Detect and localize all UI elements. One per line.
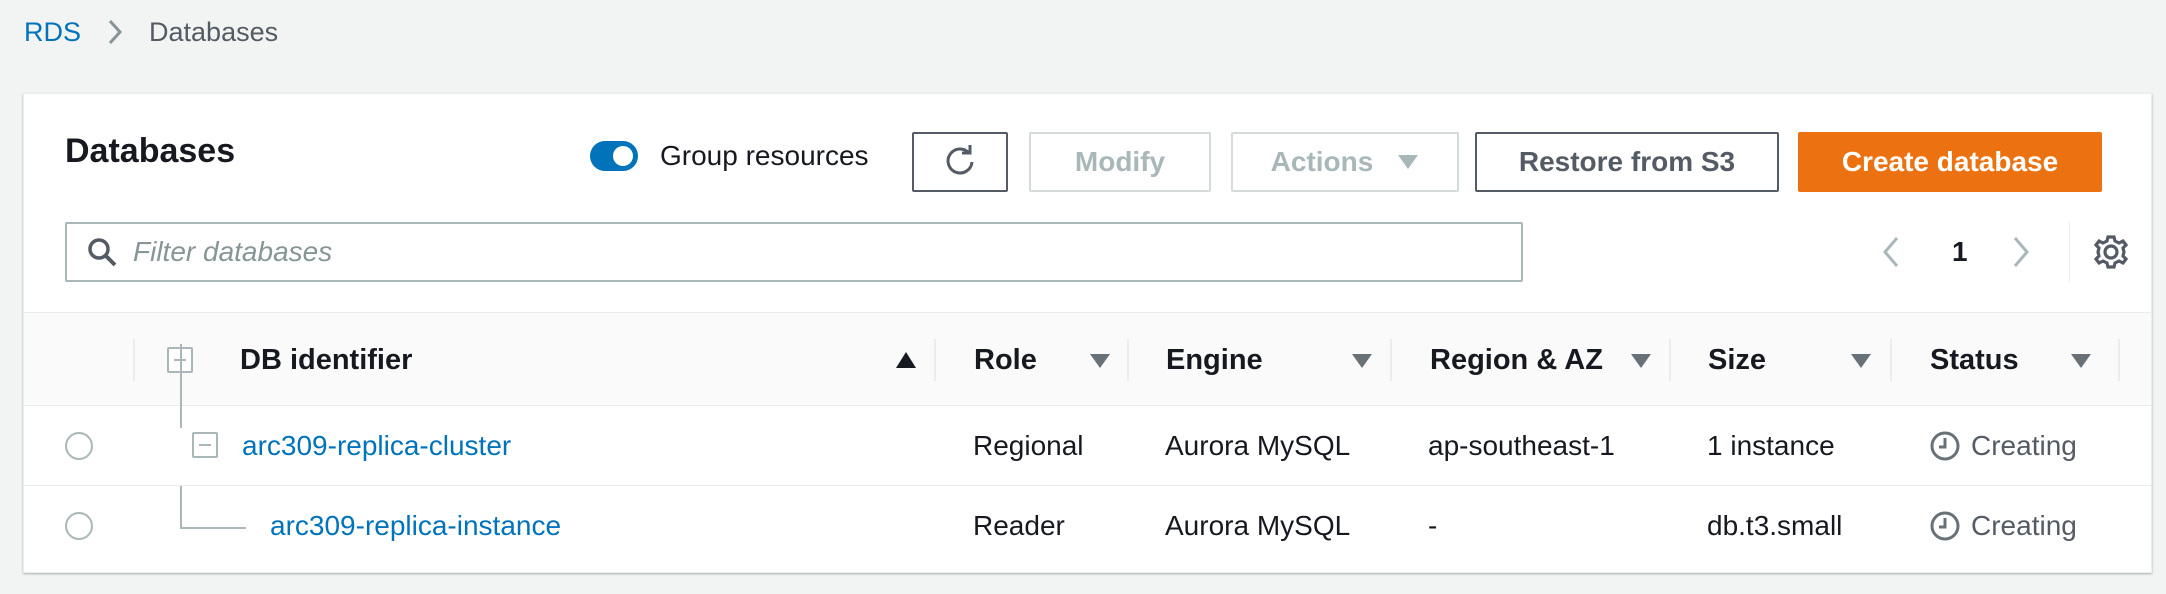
group-resources-label: Group resources (660, 140, 869, 171)
column-status[interactable]: Status (1930, 313, 2110, 407)
tree-connector-vertical (180, 486, 182, 528)
size-cell: db.t3.small (1707, 510, 1843, 541)
toggle-knob (613, 146, 633, 166)
region-az-cell: ap-southeast-1 (1428, 430, 1615, 461)
status-text: Creating (1971, 510, 2077, 541)
column-db-identifier[interactable]: DB identifier (240, 313, 930, 407)
column-separator (1127, 339, 1129, 381)
column-role-label: Role (974, 343, 1037, 376)
collapse-group-toggle[interactable] (192, 432, 218, 458)
sort-caret-down-icon[interactable] (1850, 353, 1872, 369)
current-page-number[interactable]: 1 (1952, 222, 1968, 282)
column-separator (1669, 339, 1671, 381)
restore-from-s3-button[interactable]: Restore from S3 (1475, 132, 1779, 192)
db-identifier-link[interactable]: arc309-replica-instance (270, 486, 561, 566)
row-select-radio[interactable] (65, 432, 93, 460)
column-db-identifier-label: DB identifier (240, 343, 413, 376)
clock-icon (1929, 510, 1961, 542)
modify-button[interactable]: Modify (1029, 132, 1211, 192)
role-cell: Regional (973, 430, 1084, 461)
actions-label: Actions (1270, 146, 1374, 177)
column-size-label: Size (1708, 343, 1767, 376)
db-identifier-link[interactable]: arc309-replica-cluster (242, 406, 511, 486)
toggle-switch[interactable] (590, 141, 638, 171)
engine-cell: Aurora MySQL (1165, 510, 1351, 541)
tree-connector-horizontal (180, 527, 246, 529)
column-status-label: Status (1930, 343, 2019, 376)
databases-panel: Databases Group resources Modify Actions… (23, 93, 2152, 573)
table-row[interactable]: arc309-replica-cluster Regional Aurora M… (24, 406, 2151, 486)
column-size[interactable]: Size (1708, 313, 1888, 407)
sort-caret-down-icon[interactable] (1630, 353, 1652, 369)
status-cell: Creating (1929, 406, 2077, 486)
previous-page-button[interactable] (1876, 222, 1906, 282)
refresh-icon (942, 144, 978, 180)
status-cell: Creating (1929, 486, 2077, 566)
pager-divider (2069, 222, 2070, 282)
settings-gear-icon[interactable] (2092, 233, 2130, 271)
filter-search-box[interactable] (65, 222, 1523, 282)
breadcrumb-current: Databases (149, 16, 279, 47)
column-separator (2118, 339, 2120, 381)
table-header: DB identifier Role Engine Region & AZ Si… (24, 312, 2151, 406)
column-region-az-label: Region & AZ (1430, 343, 1603, 376)
status-text: Creating (1971, 430, 2077, 461)
size-cell: 1 instance (1707, 430, 1835, 461)
sort-ascending-icon[interactable] (895, 351, 917, 369)
refresh-button[interactable] (912, 132, 1008, 192)
column-separator (133, 339, 135, 381)
chevron-right-icon (107, 18, 123, 46)
panel-title: Databases (65, 132, 236, 170)
sort-caret-down-icon[interactable] (1089, 353, 1111, 369)
caret-down-icon (1397, 154, 1419, 170)
column-separator (934, 339, 936, 381)
chevron-right-icon (2012, 235, 2030, 269)
search-icon (87, 237, 117, 267)
row-select-radio[interactable] (65, 512, 93, 540)
column-separator (1390, 339, 1392, 381)
filter-databases-input[interactable] (133, 236, 1493, 268)
chevron-left-icon (1882, 235, 1900, 269)
table-row[interactable]: arc309-replica-instance Reader Aurora My… (24, 486, 2151, 566)
column-separator (1890, 339, 1892, 381)
region-az-cell: - (1428, 510, 1438, 541)
column-region-az[interactable]: Region & AZ (1430, 313, 1680, 407)
breadcrumb-rds-link[interactable]: RDS (24, 17, 81, 48)
tree-connector-vertical (180, 344, 182, 428)
actions-button[interactable]: Actions (1231, 132, 1459, 192)
role-cell: Reader (973, 510, 1065, 541)
clock-icon (1929, 430, 1961, 462)
group-resources-toggle[interactable]: Group resources (590, 132, 869, 180)
column-role[interactable]: Role (974, 313, 1124, 407)
column-engine-label: Engine (1166, 343, 1263, 376)
breadcrumb: RDS Databases (24, 14, 278, 50)
next-page-button[interactable] (2006, 222, 2036, 282)
sort-caret-down-icon[interactable] (2070, 353, 2092, 369)
engine-cell: Aurora MySQL (1165, 430, 1351, 461)
sort-caret-down-icon[interactable] (1351, 353, 1373, 369)
create-database-button[interactable]: Create database (1798, 132, 2102, 192)
column-engine[interactable]: Engine (1166, 313, 1396, 407)
